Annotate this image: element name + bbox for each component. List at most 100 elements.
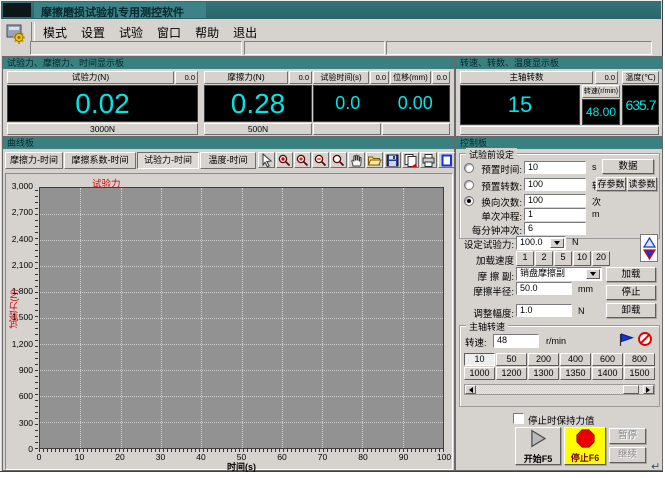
spindle-run-flag-icon[interactable] — [618, 332, 635, 352]
speed-preset-button[interactable]: 1350 — [560, 367, 591, 380]
speed-preset-button[interactable]: 1400 — [592, 367, 623, 380]
zoom-in-icon[interactable] — [294, 152, 311, 168]
strokes-per-min-label: 每分钟冲次: — [460, 223, 522, 237]
preset-time-input[interactable]: 10 — [524, 161, 586, 174]
spindle-forbid-icon[interactable] — [637, 331, 653, 352]
single-stroke-input[interactable]: 1 — [524, 208, 586, 221]
resume-button[interactable]: 继续 — [609, 447, 646, 463]
strokes-per-min-input[interactable]: 6 — [524, 222, 586, 235]
export-icon[interactable] — [402, 152, 419, 168]
force-up-arrow-icon[interactable] — [641, 235, 657, 247]
zoom-icon[interactable] — [330, 152, 347, 168]
reverse-count-input[interactable]: 100 — [524, 194, 586, 207]
speed-preset-grid: 1050200400600800 100012001300135014001500 — [464, 353, 655, 380]
app-gear-icon[interactable] — [5, 23, 29, 45]
friction-pair-label: 摩 擦 副: — [456, 269, 514, 283]
plot-area[interactable] — [39, 187, 444, 449]
stray-return-glyph: ↵ — [651, 460, 660, 473]
speed-panel-header: 转速、转数、温度显示板 — [456, 57, 662, 69]
save-params-button[interactable]: 存参数 — [596, 177, 626, 191]
speed-display-panel: 转速、转数、温度显示板 主轴转数 0.0 温度(℃) 15 转速(r/min) … — [455, 56, 663, 137]
print-icon[interactable] — [420, 152, 437, 168]
set-force-unit: N — [572, 237, 579, 247]
tab-test-force-time[interactable]: 试验力-时间 — [137, 152, 199, 169]
speed-preset-button[interactable]: 1300 — [528, 367, 559, 380]
friction-force-range: 500N — [204, 123, 312, 135]
load-button[interactable]: 加载 — [606, 267, 656, 282]
stop-button[interactable]: 停止F6 — [564, 427, 606, 465]
speed-scrollbar[interactable] — [464, 384, 655, 395]
friction-force-label: 摩擦力(N) — [204, 71, 288, 84]
test-force-display: 0.02 — [7, 85, 198, 122]
load-rate-option[interactable]: 20 — [592, 251, 610, 266]
zoom-out-icon[interactable] — [312, 152, 329, 168]
y-tick: 600 — [6, 392, 36, 401]
cursor-icon[interactable] — [258, 152, 275, 168]
scroll-thumb[interactable] — [623, 385, 639, 394]
speed-preset-button[interactable]: 200 — [528, 353, 559, 366]
tab-friction-time[interactable]: 摩擦力-时间 — [5, 152, 63, 169]
scroll-right-icon[interactable] — [643, 385, 654, 394]
stop-load-button[interactable]: 停止 — [606, 285, 656, 300]
spindle-speed-input[interactable]: 48 — [493, 334, 539, 348]
start-button[interactable]: 开始F5 — [515, 427, 561, 465]
new-chart-icon[interactable] — [438, 152, 455, 168]
set-force-value: 100.0 — [520, 237, 543, 247]
force-down-arrow-icon[interactable] — [641, 247, 657, 259]
set-force-dropdown-icon[interactable] — [550, 238, 564, 248]
reverse-count-label: 换向次数: — [464, 195, 522, 209]
menu-item[interactable]: 设置 — [74, 23, 112, 39]
adjust-range-unit: N — [578, 306, 585, 316]
menu-item[interactable]: 模式 — [36, 23, 74, 39]
title-bar[interactable]: 摩擦磨损试验机专用测控软件 — [1, 1, 661, 19]
test-force-range: 3000N — [7, 123, 198, 135]
hold-force-checkbox[interactable] — [513, 413, 524, 424]
menu-item[interactable]: 帮助 — [188, 23, 226, 39]
speed-preset-button[interactable]: 10 — [464, 353, 495, 366]
displacement-peak: 0.0 — [432, 71, 450, 84]
revolutions-peak: 0.0 — [595, 71, 618, 84]
speed-preset-button[interactable]: 400 — [560, 353, 591, 366]
speed-preset-button[interactable]: 600 — [592, 353, 623, 366]
save-icon[interactable] — [384, 152, 401, 168]
friction-pair-dropdown-icon[interactable] — [586, 269, 600, 279]
adjust-range-input[interactable]: 1.0 — [516, 304, 572, 317]
unload-button[interactable]: 卸载 — [606, 303, 656, 318]
revolutions-label: 主轴转数 — [460, 71, 593, 84]
preset-revs-input[interactable]: 100 — [524, 178, 586, 191]
menu-item[interactable]: 退出 — [226, 23, 264, 39]
time-disp-display: 0.0 0.00 — [313, 85, 450, 122]
pause-button[interactable]: 暂停 — [609, 428, 646, 444]
y-tick: 300 — [6, 419, 36, 428]
speed-preset-button[interactable]: 800 — [624, 353, 655, 366]
menu-item[interactable]: 试验 — [112, 23, 150, 39]
load-rate-option[interactable]: 5 — [554, 251, 572, 266]
set-force-combo[interactable]: 100.0 — [516, 236, 566, 250]
app-window: 摩擦磨损试验机专用测控软件 模式设置试验窗口帮助退出 试验力、摩擦力、时间显示板… — [0, 0, 663, 472]
load-rate-label: 加载速度 — [456, 253, 514, 267]
speed-preset-button[interactable]: 1200 — [496, 367, 527, 380]
data-button[interactable]: 数据 — [602, 159, 654, 174]
read-params-button[interactable]: 读参数 — [627, 177, 657, 191]
start-button-label: 开始F5 — [524, 452, 553, 465]
zoom-select-icon[interactable] — [276, 152, 293, 168]
speed-preset-button[interactable]: 1000 — [464, 367, 495, 380]
tab-friction-coef-time[interactable]: 摩擦系数-时间 — [64, 152, 136, 169]
pan-hand-icon[interactable] — [348, 152, 365, 168]
chart: 试验力 试验力(N) 3,0002,7002,4002,1001,8001,50… — [5, 173, 453, 470]
speed-preset-button[interactable]: 50 — [496, 353, 527, 366]
force-panel-header: 试验力、摩擦力、时间显示板 — [3, 57, 454, 69]
set-force-label: 设定试验力: — [456, 237, 514, 251]
open-file-icon[interactable] — [366, 152, 383, 168]
speed-preset-button[interactable]: 1500 — [624, 367, 655, 380]
load-rate-option[interactable]: 1 — [516, 251, 534, 266]
friction-pair-combo[interactable]: 销盘摩擦副 — [516, 267, 602, 281]
time-footer-cell — [313, 123, 381, 135]
load-rate-option[interactable]: 2 — [535, 251, 553, 266]
start-play-icon — [528, 428, 548, 451]
scroll-left-icon[interactable] — [465, 385, 476, 394]
menu-item[interactable]: 窗口 — [150, 23, 188, 39]
load-rate-option[interactable]: 10 — [573, 251, 591, 266]
tab-temperature-time[interactable]: 温度-时间 — [200, 152, 256, 169]
friction-radius-input[interactable]: 50.0 — [516, 282, 572, 295]
